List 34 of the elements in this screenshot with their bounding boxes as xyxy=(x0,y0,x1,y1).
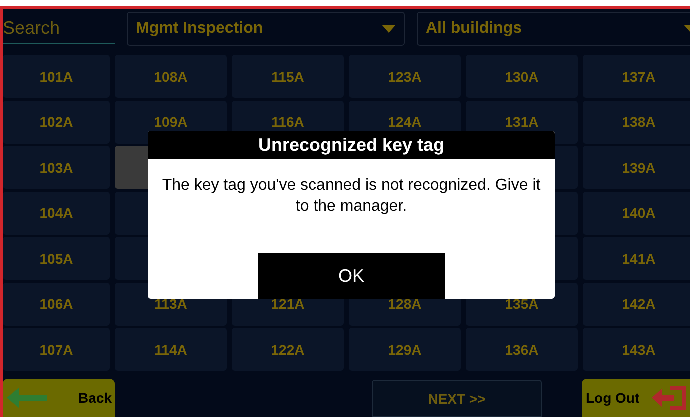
unit-tile[interactable]: 106A xyxy=(3,282,110,326)
unit-tile[interactable]: 123A xyxy=(349,55,461,98)
unit-tile[interactable]: 105A xyxy=(3,237,110,280)
unit-tile[interactable]: 114A xyxy=(115,328,227,371)
logout-button[interactable]: Log Out xyxy=(582,379,690,417)
unit-tile[interactable]: 107A xyxy=(3,328,110,371)
unit-tile[interactable]: 130A xyxy=(466,55,578,98)
unit-tile[interactable]: 140A xyxy=(583,192,690,234)
search-field[interactable]: Search xyxy=(3,14,115,44)
unit-tile[interactable]: 143A xyxy=(583,328,690,371)
unit-tile[interactable]: 108A xyxy=(115,55,227,98)
unit-tile[interactable]: 115A xyxy=(232,55,344,98)
ok-button[interactable]: OK xyxy=(258,253,445,299)
unit-tile[interactable]: 103A xyxy=(3,146,110,189)
filter-dropdown[interactable]: Mgmt Inspection xyxy=(127,12,405,46)
unit-tile[interactable]: 104A xyxy=(3,192,110,234)
unit-tile[interactable]: 129A xyxy=(349,328,461,371)
unit-tile[interactable]: 138A xyxy=(583,100,690,144)
unit-tile[interactable]: 137A xyxy=(583,55,690,98)
unit-tile[interactable]: 101A xyxy=(3,55,110,98)
next-button[interactable]: NEXT >> xyxy=(372,380,542,417)
logout-icon xyxy=(652,384,688,412)
dialog-title: Unrecognized key tag xyxy=(148,131,555,159)
unit-tile[interactable]: 122A xyxy=(232,328,344,371)
unit-tile[interactable]: 141A xyxy=(583,237,690,280)
back-button[interactable]: Back xyxy=(3,379,115,417)
unit-tile[interactable]: 139A xyxy=(583,146,690,189)
caret-icon xyxy=(382,25,396,33)
dialog-message: The key tag you've scanned is not recognized. Give it to the manager. xyxy=(161,176,542,217)
unit-tile[interactable]: 102A xyxy=(3,100,110,144)
left-arrow-icon xyxy=(5,386,47,410)
filter-dropdown[interactable]: All buildings xyxy=(417,12,690,46)
unit-tile[interactable]: 136A xyxy=(466,328,578,371)
unit-tile[interactable]: 142A xyxy=(583,282,690,326)
